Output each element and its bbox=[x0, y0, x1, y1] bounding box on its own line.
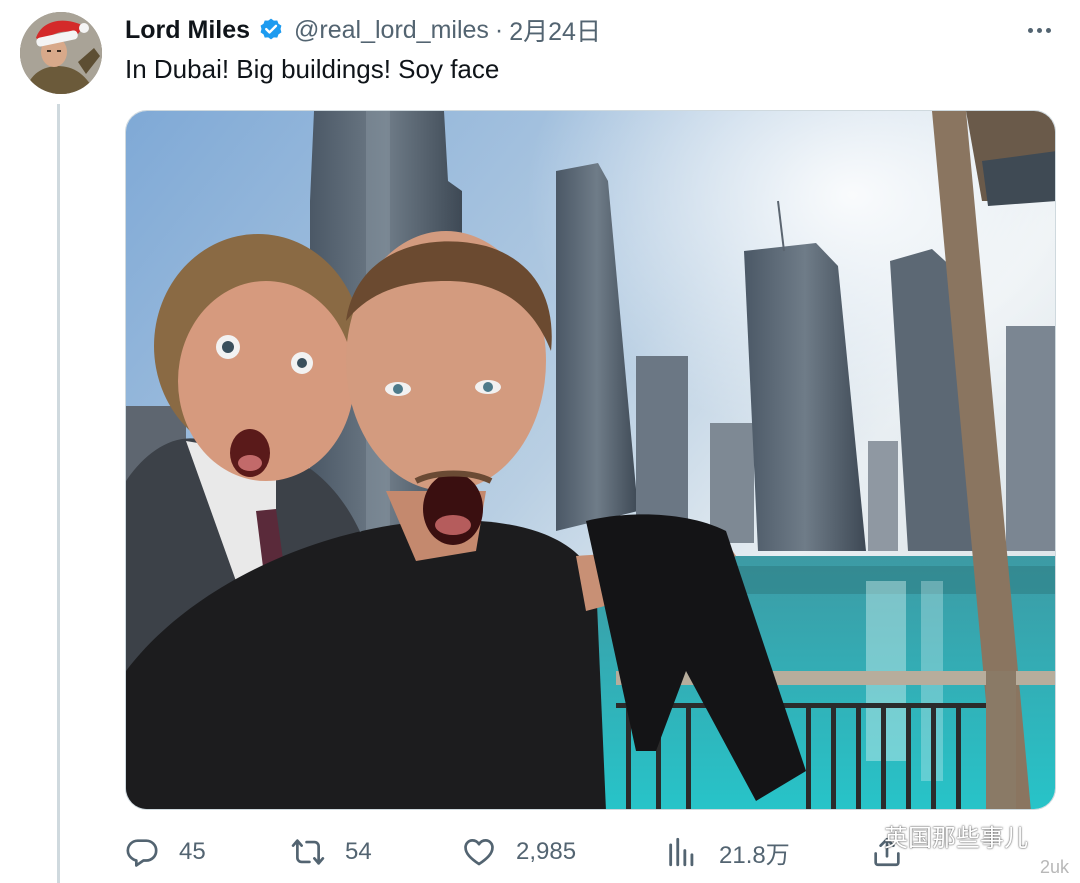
reply-icon bbox=[125, 835, 159, 869]
wechat-icon bbox=[840, 820, 878, 850]
avatar[interactable] bbox=[20, 12, 102, 94]
views-button[interactable]: 21.8万 bbox=[665, 830, 790, 874]
watermark-subtext: 2uk bbox=[1040, 857, 1070, 877]
reply-button[interactable]: 45 bbox=[125, 830, 206, 874]
analytics-icon bbox=[665, 835, 699, 869]
tweet-header: Lord Miles @real_lord_miles · 2月24日 bbox=[125, 12, 601, 48]
retweet-button[interactable]: 54 bbox=[291, 830, 372, 874]
tweet-date[interactable]: 2月24日 bbox=[509, 12, 601, 48]
verified-badge-icon bbox=[258, 17, 284, 43]
view-count: 21.8万 bbox=[719, 841, 790, 869]
more-horizontal-icon[interactable] bbox=[1022, 16, 1056, 44]
user-handle[interactable]: @real_lord_miles bbox=[294, 16, 489, 45]
separator-dot: · bbox=[494, 15, 504, 44]
thread-line bbox=[57, 104, 60, 883]
watermark: 英国那些事儿 bbox=[840, 818, 1028, 852]
display-name[interactable]: Lord Miles bbox=[125, 16, 250, 45]
like-button[interactable]: 2,985 bbox=[462, 830, 576, 874]
reply-count: 45 bbox=[179, 838, 206, 865]
retweet-count: 54 bbox=[345, 838, 372, 865]
watermark-text: 英国那些事儿 bbox=[884, 824, 1028, 852]
heart-icon bbox=[462, 835, 496, 869]
like-count: 2,985 bbox=[516, 838, 577, 865]
tweet-text: In Dubai! Big buildings! Soy face bbox=[125, 54, 500, 84]
retweet-icon bbox=[291, 835, 325, 869]
tweet-photo[interactable] bbox=[125, 110, 1056, 810]
